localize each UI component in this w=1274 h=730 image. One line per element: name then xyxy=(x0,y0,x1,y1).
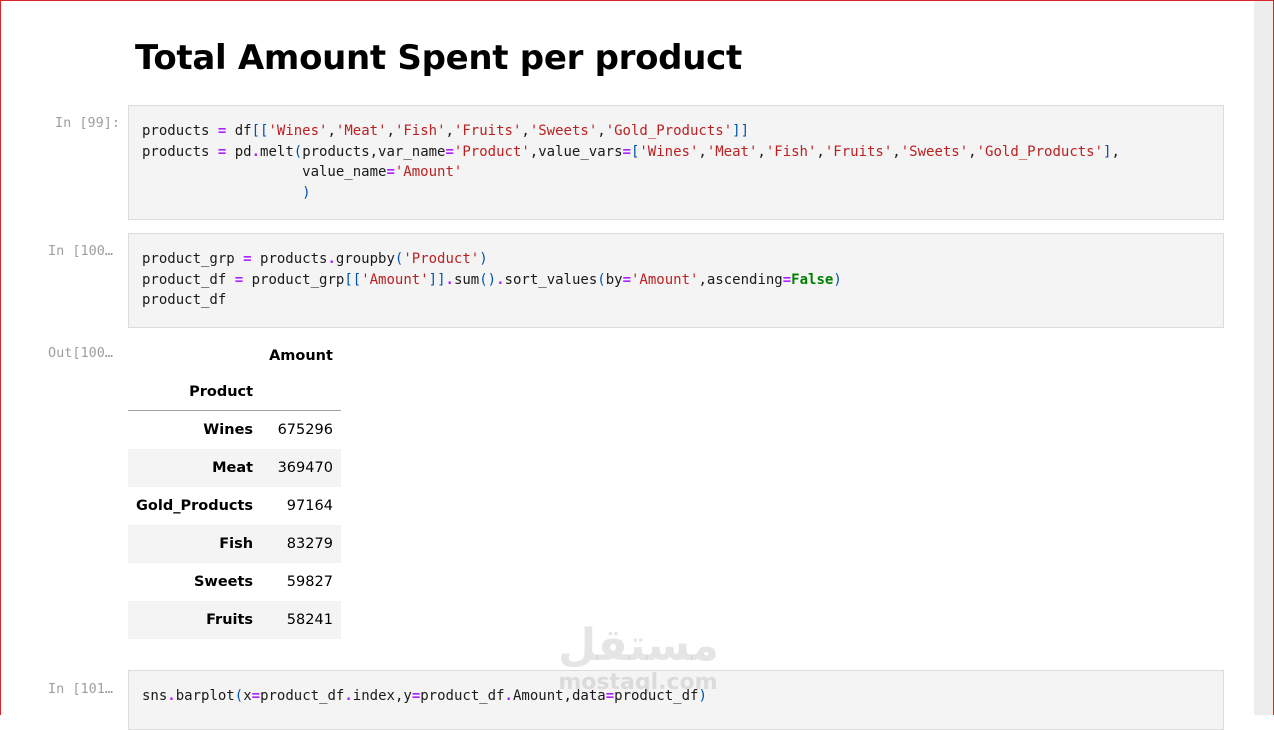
table-row: Sweets 59827 xyxy=(128,563,341,601)
row-label: Fruits xyxy=(206,612,254,628)
index-header-blank xyxy=(128,338,261,374)
table-row: Meat 369470 xyxy=(128,449,341,487)
index-name-spacer xyxy=(261,374,341,411)
code-cell-101[interactable]: sns.barplot(x=product_df.index,y=product… xyxy=(128,670,1224,730)
code-cell-99[interactable]: products = df[['Wines','Meat','Fish','Fr… xyxy=(128,105,1224,220)
row-amount: 97164 xyxy=(286,498,333,514)
row-amount: 675296 xyxy=(277,422,333,438)
watermark-arabic: مستقل xyxy=(558,620,719,671)
row-amount: 59827 xyxy=(286,574,333,590)
dataframe-output: Amount Product Wines 675296 Meat 369470 … xyxy=(128,338,341,639)
code-editor[interactable]: product_grp = products.groupby('Product'… xyxy=(129,234,1223,326)
column-header-amount: Amount xyxy=(269,348,333,364)
row-amount: 83279 xyxy=(286,536,333,552)
row-label: Wines xyxy=(203,422,254,438)
output-prompt-100: Out[100… xyxy=(47,345,113,361)
input-prompt-101: In [101… xyxy=(47,681,113,697)
row-label: Sweets xyxy=(193,574,254,590)
input-prompt-99: In [99]: xyxy=(54,115,120,131)
input-prompt-100: In [100… xyxy=(47,243,113,259)
row-label: Meat xyxy=(212,460,254,476)
table-row: Gold_Products 97164 xyxy=(128,487,341,525)
row-label: Fish xyxy=(219,536,254,552)
code-cell-100[interactable]: product_grp = products.groupby('Product'… xyxy=(128,233,1224,328)
row-amount: 369470 xyxy=(277,460,333,476)
table-row: Fish 83279 xyxy=(128,525,341,563)
code-editor[interactable]: products = df[['Wines','Meat','Fish','Fr… xyxy=(129,106,1223,218)
scrollbar-track[interactable] xyxy=(1254,1,1273,715)
section-heading: Total Amount Spent per product xyxy=(135,38,742,78)
index-name-product: Product xyxy=(128,374,262,411)
table-row: Wines 675296 xyxy=(128,411,341,450)
row-label: Gold_Products xyxy=(136,498,254,514)
code-editor[interactable]: sns.barplot(x=product_df.index,y=product… xyxy=(129,671,1223,722)
table-row: Fruits 58241 xyxy=(128,601,341,639)
row-amount: 58241 xyxy=(286,612,333,628)
